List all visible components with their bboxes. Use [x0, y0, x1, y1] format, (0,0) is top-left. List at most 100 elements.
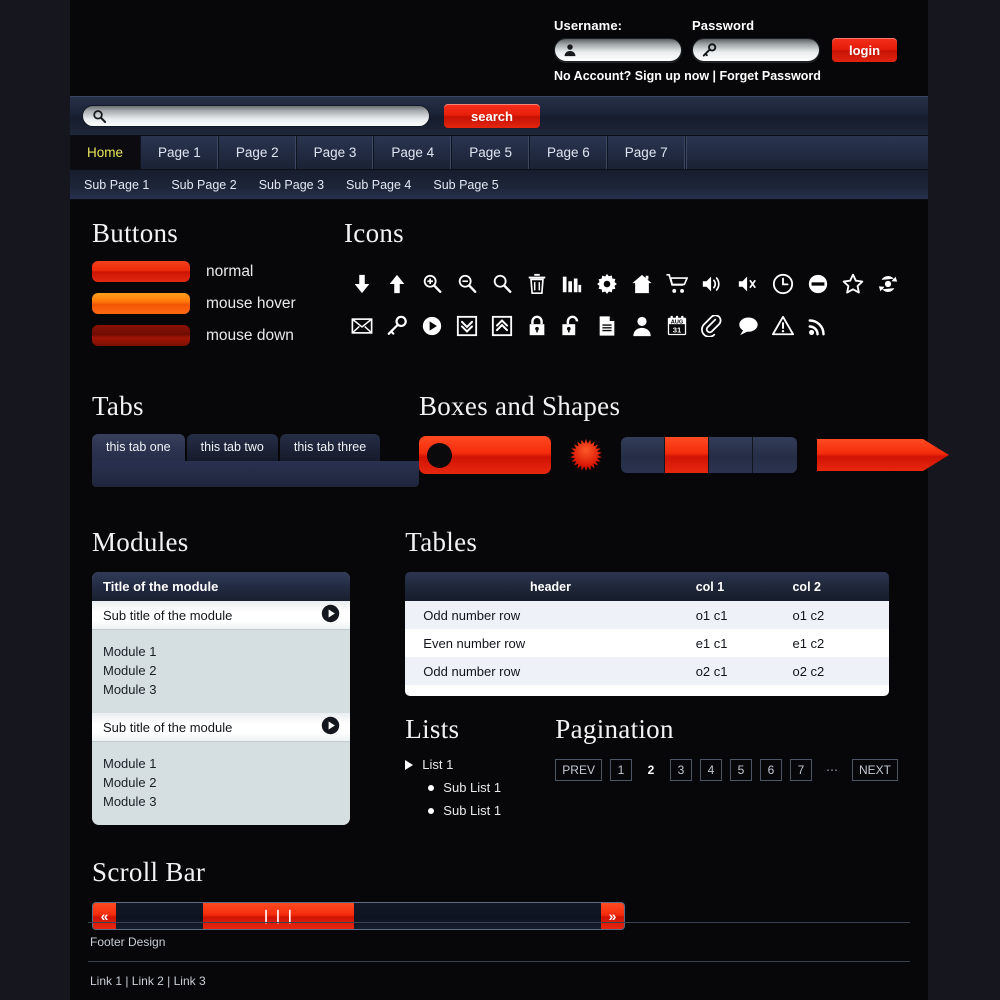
calendar-icon[interactable]: AUG31	[660, 305, 695, 347]
arrow-down-icon[interactable]	[344, 263, 379, 305]
segment-2[interactable]	[665, 437, 709, 473]
modules-tables-row: Modules Title of the module Sub title of…	[92, 507, 906, 825]
buttons-heading: Buttons	[92, 218, 344, 249]
pagination-page-6[interactable]: 6	[760, 759, 782, 781]
document-icon[interactable]	[590, 305, 625, 347]
gear-icon[interactable]	[590, 263, 625, 305]
pagination-page-1[interactable]: 1	[610, 759, 632, 781]
pagination-controls: PREV1234567⋯NEXT	[555, 759, 906, 781]
paperclip-icon[interactable]	[695, 305, 730, 347]
demo-button-normal[interactable]	[92, 261, 190, 282]
cart-icon[interactable]	[660, 263, 695, 305]
trash-icon[interactable]	[519, 263, 554, 305]
mail-icon[interactable]	[344, 305, 379, 347]
tables-section: Tables headercol 1col 2 Odd number rowo1…	[405, 507, 906, 825]
subnav-item-2[interactable]: Sub Page 2	[171, 178, 236, 192]
star-icon[interactable]	[835, 263, 870, 305]
volume-on-icon[interactable]	[695, 263, 730, 305]
user-icon[interactable]	[625, 305, 660, 347]
zoom-in-icon[interactable]	[414, 263, 449, 305]
module-subtitle[interactable]: Sub title of the module	[92, 713, 350, 742]
nav-item-page-7[interactable]: Page 7	[608, 136, 686, 169]
module-item[interactable]: Module 2	[103, 773, 350, 792]
tab-1[interactable]: this tab one	[92, 434, 185, 461]
search-icon[interactable]	[484, 263, 519, 305]
module-item-list: Module 1Module 2Module 3	[92, 630, 350, 713]
pagination-page-7[interactable]: 7	[790, 759, 812, 781]
triangle-bullet-icon	[405, 760, 413, 770]
chevron-down-box-icon[interactable]	[449, 305, 484, 347]
sub-list-item[interactable]: Sub List 1	[405, 780, 555, 795]
play-icon[interactable]	[414, 305, 449, 347]
lock-open-icon[interactable]	[555, 305, 590, 347]
tab-3[interactable]: this tab three	[280, 434, 380, 461]
zoom-out-icon[interactable]	[449, 263, 484, 305]
sub-list-label: Sub List 1	[443, 780, 501, 795]
list-item-top[interactable]: List 1	[405, 757, 555, 772]
nav-item-home[interactable]: Home	[70, 136, 141, 169]
module-item[interactable]: Module 3	[103, 792, 350, 811]
nav-item-page-2[interactable]: Page 2	[219, 136, 297, 169]
no-entry-icon[interactable]	[800, 263, 835, 305]
play-arrow-icon[interactable]	[321, 604, 340, 626]
tab-2[interactable]: this tab two	[187, 434, 278, 461]
pagination-page-4[interactable]: 4	[700, 759, 722, 781]
username-field[interactable]	[554, 38, 682, 62]
key-icon[interactable]	[379, 305, 414, 347]
nav-item-page-1[interactable]: Page 1	[141, 136, 219, 169]
search-button[interactable]: search	[444, 104, 540, 128]
demo-button-hover[interactable]	[92, 293, 190, 314]
password-field[interactable]	[692, 38, 820, 62]
footer-links[interactable]: Link 1 | Link 2 | Link 3	[70, 962, 928, 1000]
segment-4[interactable]	[753, 437, 797, 473]
play-arrow-icon[interactable]	[321, 716, 340, 738]
nav-item-page-3[interactable]: Page 3	[297, 136, 375, 169]
nav-item-page-6[interactable]: Page 6	[530, 136, 608, 169]
bar-chart-icon[interactable]	[555, 263, 590, 305]
rss-icon[interactable]	[800, 305, 835, 347]
pagination-page-5[interactable]: 5	[730, 759, 752, 781]
module-item[interactable]: Module 2	[103, 661, 350, 680]
module-item[interactable]: Module 1	[103, 754, 350, 773]
segment-1[interactable]	[621, 437, 665, 473]
subnav-item-3[interactable]: Sub Page 3	[259, 178, 324, 192]
button-state-label: normal	[206, 263, 253, 281]
segment-3[interactable]	[709, 437, 753, 473]
button-list: normalmouse hovermouse down	[92, 261, 344, 346]
table-row[interactable]: Odd number rowo2 c1o2 c2	[405, 657, 889, 685]
table-row[interactable]: Odd number rowo1 c1o1 c2	[405, 601, 889, 629]
subnav-item-5[interactable]: Sub Page 5	[433, 178, 498, 192]
lock-closed-icon[interactable]	[519, 305, 554, 347]
demo-button-down[interactable]	[92, 325, 190, 346]
footer: Footer Design Link 1 | Link 2 | Link 3	[70, 922, 928, 1000]
refresh-icon[interactable]	[870, 263, 905, 305]
user-icon	[563, 43, 577, 57]
nav-item-page-5[interactable]: Page 5	[452, 136, 530, 169]
pill-shape[interactable]	[419, 436, 551, 474]
module-item[interactable]: Module 3	[103, 680, 350, 699]
nav-item-page-4[interactable]: Page 4	[374, 136, 452, 169]
clock-icon[interactable]	[765, 263, 800, 305]
login-button[interactable]: login	[832, 38, 897, 62]
warning-icon[interactable]	[765, 305, 800, 347]
pagination-page-2[interactable]: 2	[640, 759, 662, 781]
subnav-item-4[interactable]: Sub Page 4	[346, 178, 411, 192]
chevron-up-box-icon[interactable]	[484, 305, 519, 347]
table-row[interactable]: Even number rowe1 c1e1 c2	[405, 629, 889, 657]
arrow-shape[interactable]	[817, 437, 950, 473]
subnav-item-1[interactable]: Sub Page 1	[84, 178, 149, 192]
arrow-up-icon[interactable]	[379, 263, 414, 305]
table-cell: e1 c1	[696, 629, 793, 657]
pagination-prev-button[interactable]: PREV	[555, 759, 602, 781]
table-pad-cell	[405, 685, 889, 696]
module-subtitle[interactable]: Sub title of the module	[92, 601, 350, 630]
pagination-page-3[interactable]: 3	[670, 759, 692, 781]
volume-mute-icon[interactable]	[730, 263, 765, 305]
sub-list-item[interactable]: Sub List 1	[405, 803, 555, 818]
search-input[interactable]	[82, 105, 430, 127]
home-icon[interactable]	[625, 263, 660, 305]
login-helper-text[interactable]: No Account? Sign up now | Forget Passwor…	[554, 69, 897, 83]
chat-bubble-icon[interactable]	[730, 305, 765, 347]
pagination-next-button[interactable]: NEXT	[852, 759, 898, 781]
module-item[interactable]: Module 1	[103, 642, 350, 661]
